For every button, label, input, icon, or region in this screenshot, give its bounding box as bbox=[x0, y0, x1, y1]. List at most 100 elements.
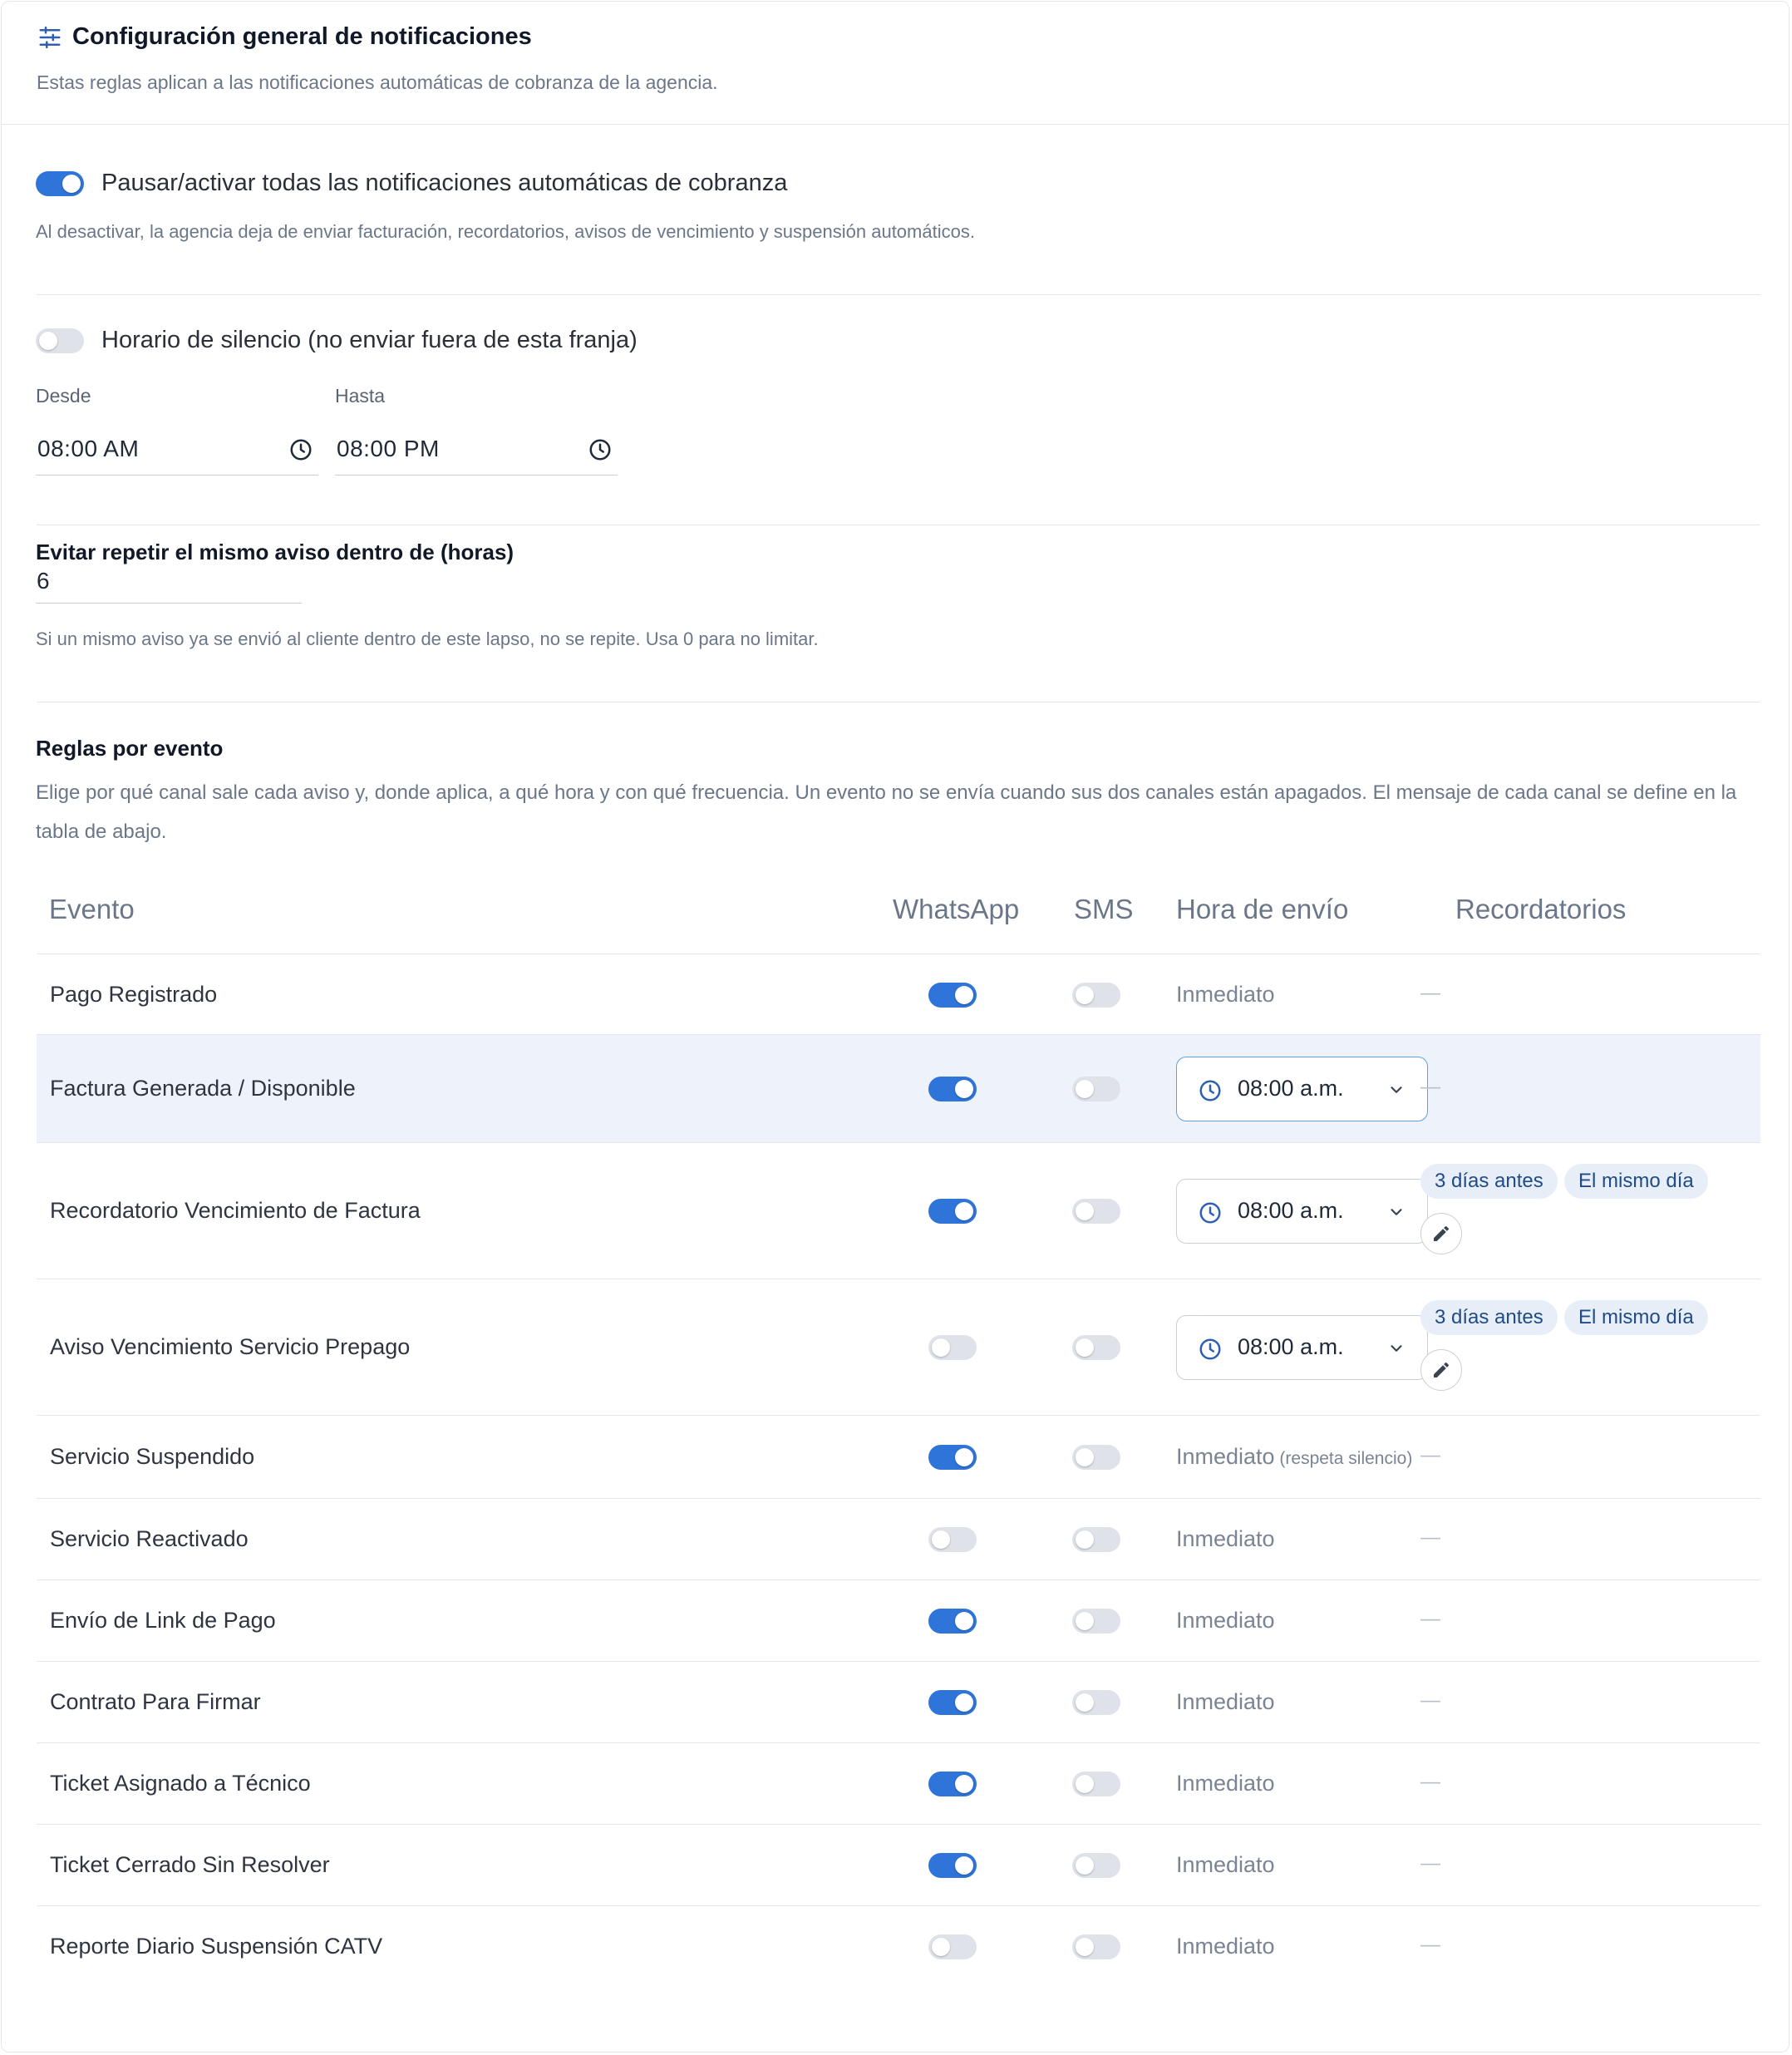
clock-icon[interactable] bbox=[288, 437, 313, 462]
event-name: Factura Generada / Disponible bbox=[50, 1076, 356, 1101]
from-time-input[interactable]: 08:00 AM bbox=[36, 427, 318, 476]
send-time-value: Inmediato bbox=[1176, 1608, 1275, 1633]
sms-toggle[interactable] bbox=[1072, 1853, 1120, 1878]
sms-toggle[interactable] bbox=[1072, 1934, 1120, 1959]
edit-reminders-button[interactable] bbox=[1420, 1349, 1462, 1391]
whatsapp-toggle[interactable] bbox=[928, 1934, 977, 1959]
send-time-text: Inmediato bbox=[1176, 1934, 1275, 1959]
event-name: Reporte Diario Suspensión CATV bbox=[50, 1934, 383, 1959]
whatsapp-toggle[interactable] bbox=[928, 1527, 977, 1552]
whatsapp-toggle[interactable] bbox=[928, 1853, 977, 1878]
reminders-empty: — bbox=[1420, 1934, 1440, 1956]
whatsapp-toggle[interactable] bbox=[928, 1445, 977, 1470]
chevron-down-icon bbox=[1387, 1203, 1406, 1225]
reminders-empty: — bbox=[1420, 1689, 1440, 1712]
table-row: Ticket Asignado a Técnico Inmediato — bbox=[37, 1742, 1760, 1824]
from-time-value: 08:00 AM bbox=[37, 436, 140, 461]
event-name: Aviso Vencimiento Servicio Prepago bbox=[50, 1334, 411, 1359]
clock-icon bbox=[1198, 1078, 1223, 1107]
event-name: Servicio Reactivado bbox=[50, 1526, 249, 1551]
send-time-text: Inmediato bbox=[1176, 1526, 1275, 1552]
send-time-text: Inmediato bbox=[1176, 1608, 1275, 1634]
repeat-hours-input[interactable]: 6 bbox=[36, 568, 302, 604]
send-time-value: Inmediato bbox=[1176, 1852, 1275, 1877]
clock-icon bbox=[1198, 1337, 1223, 1366]
master-toggle-label: Pausar/activar todas las notificaciones … bbox=[101, 170, 788, 196]
page-title: Configuración general de notificaciones bbox=[72, 23, 532, 50]
master-toggle-help: Al desactivar, la agencia deja de enviar… bbox=[36, 221, 975, 242]
reminders-empty: — bbox=[1420, 1076, 1440, 1098]
quiet-hours-label: Horario de silencio (no enviar fuera de … bbox=[101, 327, 638, 353]
repeat-help: Si un mismo aviso ya se envió al cliente… bbox=[36, 628, 819, 649]
edit-reminders-button[interactable] bbox=[1420, 1213, 1462, 1254]
whatsapp-toggle[interactable] bbox=[928, 1335, 977, 1360]
quiet-hours-toggle[interactable] bbox=[36, 328, 84, 353]
event-name: Ticket Asignado a Técnico bbox=[50, 1771, 311, 1796]
event-name: Envío de Link de Pago bbox=[50, 1608, 276, 1633]
send-time-select[interactable]: 08:00 a.m. bbox=[1176, 1315, 1428, 1380]
reminders-empty: — bbox=[1420, 1771, 1440, 1793]
send-time-value: 08:00 a.m. bbox=[1238, 1076, 1344, 1101]
repeat-hours-value: 6 bbox=[37, 568, 50, 594]
table-row: Aviso Vencimiento Servicio Prepago 08:00 … bbox=[37, 1279, 1760, 1415]
rules-description: Elige por qué canal sale cada aviso y, d… bbox=[36, 781, 1737, 843]
event-name: Recordatorio Vencimiento de Factura bbox=[50, 1198, 421, 1223]
sms-toggle[interactable] bbox=[1072, 1335, 1120, 1360]
sms-toggle[interactable] bbox=[1072, 1609, 1120, 1634]
send-time-text: Inmediato bbox=[1176, 982, 1275, 1008]
reminders-empty: — bbox=[1420, 981, 1440, 1004]
whatsapp-toggle[interactable] bbox=[928, 1199, 977, 1224]
page-subtitle: Estas reglas aplican a las notificacione… bbox=[37, 71, 718, 93]
column-header-sms: SMS bbox=[1074, 894, 1134, 924]
send-time-text: Inmediato bbox=[1176, 1771, 1275, 1796]
send-time-value: Inmediato bbox=[1176, 1689, 1275, 1714]
whatsapp-toggle[interactable] bbox=[928, 1077, 977, 1101]
table-row: Ticket Cerrado Sin Resolver Inmediato — bbox=[37, 1824, 1760, 1905]
send-time-text: Inmediato (respeta silencio) bbox=[1176, 1444, 1412, 1470]
reminders-empty: — bbox=[1420, 1608, 1440, 1630]
table-row: Reporte Diario Suspensión CATV Inmediato — bbox=[37, 1905, 1760, 1987]
to-time-value: 08:00 PM bbox=[337, 436, 440, 461]
whatsapp-toggle[interactable] bbox=[928, 1690, 977, 1715]
send-time-note: (respeta silencio) bbox=[1274, 1449, 1413, 1468]
to-label: Hasta bbox=[335, 385, 386, 407]
to-time-input[interactable]: 08:00 PM bbox=[335, 427, 618, 476]
whatsapp-toggle[interactable] bbox=[928, 1609, 977, 1634]
event-name: Servicio Suspendido bbox=[50, 1444, 255, 1469]
event-name: Contrato Para Firmar bbox=[50, 1689, 261, 1714]
reminders-empty: — bbox=[1420, 1444, 1440, 1466]
sliders-icon bbox=[39, 26, 61, 48]
send-time-value: 08:00 a.m. bbox=[1238, 1198, 1344, 1223]
send-time-text: Inmediato bbox=[1176, 1852, 1275, 1878]
title-row: Configuración general de notificaciones bbox=[37, 23, 532, 51]
table-row: Envío de Link de Pago Inmediato — bbox=[37, 1579, 1760, 1661]
clock-icon[interactable] bbox=[588, 437, 613, 462]
table-row: Factura Generada / Disponible 08:00 a.m. — bbox=[37, 1034, 1760, 1142]
divider bbox=[37, 294, 1760, 295]
sms-toggle[interactable] bbox=[1072, 1199, 1120, 1224]
column-header-reminders: Recordatorios bbox=[1455, 894, 1627, 924]
column-header-event: Evento bbox=[49, 894, 135, 924]
send-time-select[interactable]: 08:00 a.m. bbox=[1176, 1179, 1428, 1244]
table-row: Contrato Para Firmar Inmediato — bbox=[37, 1661, 1760, 1742]
sms-toggle[interactable] bbox=[1072, 1527, 1120, 1552]
sms-toggle[interactable] bbox=[1072, 1445, 1120, 1470]
event-name: Ticket Cerrado Sin Resolver bbox=[50, 1852, 330, 1877]
send-time-text: Inmediato bbox=[1176, 1689, 1275, 1715]
sms-toggle[interactable] bbox=[1072, 982, 1120, 1008]
send-time-value: Inmediato bbox=[1176, 1526, 1275, 1551]
card-header: Configuración general de notificaciones … bbox=[2, 2, 1789, 125]
event-name: Pago Registrado bbox=[50, 981, 218, 1007]
sms-toggle[interactable] bbox=[1072, 1772, 1120, 1796]
send-time-select[interactable]: 08:00 a.m. bbox=[1176, 1057, 1428, 1121]
whatsapp-toggle[interactable] bbox=[928, 1772, 977, 1796]
send-time-value: Inmediato bbox=[1176, 1771, 1275, 1796]
reminder-chip: El mismo día bbox=[1564, 1164, 1708, 1199]
send-time-value: 08:00 a.m. bbox=[1238, 1334, 1344, 1359]
master-notifications-toggle[interactable] bbox=[36, 171, 84, 196]
sms-toggle[interactable] bbox=[1072, 1077, 1120, 1101]
reminders-empty: — bbox=[1420, 1852, 1440, 1875]
sms-toggle[interactable] bbox=[1072, 1690, 1120, 1715]
reminder-chip: 3 días antes bbox=[1420, 1164, 1558, 1199]
whatsapp-toggle[interactable] bbox=[928, 982, 977, 1008]
